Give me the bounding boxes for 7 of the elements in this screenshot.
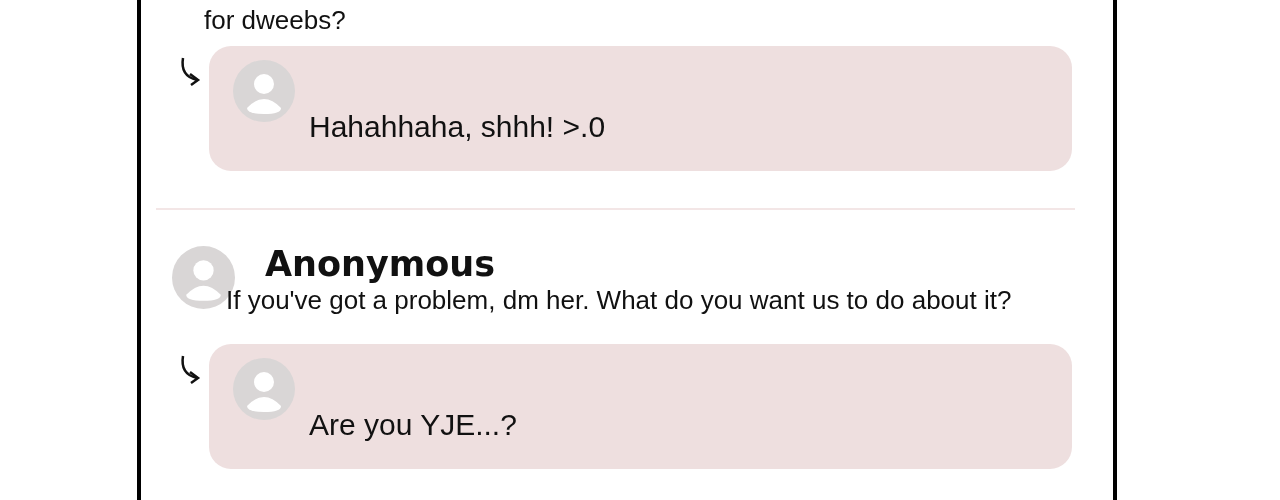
comment-text: If you've got a problem, dm her. What do you want us to do about it? [226,285,1012,315]
author-name: Anonymous [265,244,496,284]
reply-text: Are you YJE...? [309,407,517,443]
avatar-icon [233,60,295,122]
avatar-icon [233,358,295,420]
comment-text: for dweebs? [204,5,346,35]
reply-text: Hahahhaha, shhh! >.0 [309,109,606,145]
